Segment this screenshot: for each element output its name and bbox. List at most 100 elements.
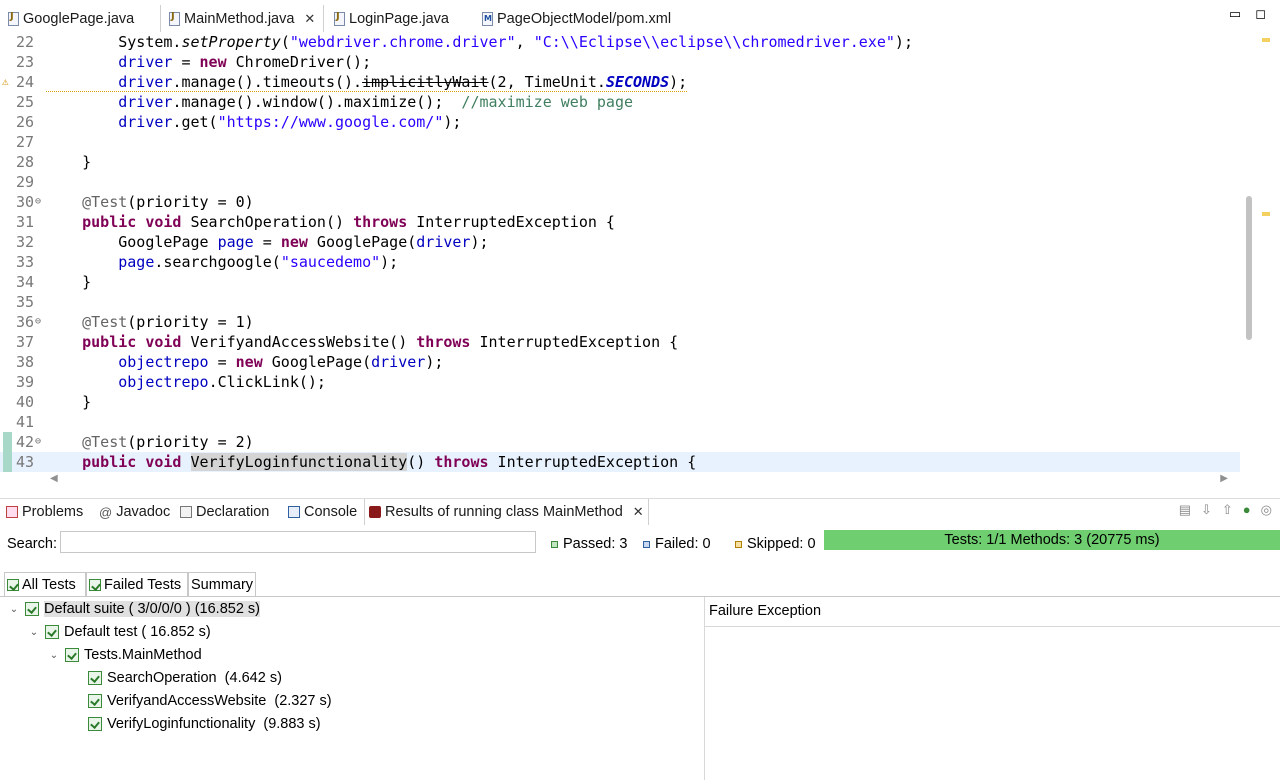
code-line[interactable]: 38 objectrepo = new GooglePage(driver); <box>0 352 1240 372</box>
close-view-icon[interactable]: ✕ <box>633 504 644 520</box>
code-text: } <box>46 273 92 291</box>
close-tab-icon[interactable]: ✕ <box>304 11 315 27</box>
horizontal-scrollbar[interactable]: ◀ ▶ <box>44 473 1234 487</box>
vertical-scrollbar-thumb[interactable] <box>1246 196 1252 340</box>
code-text: } <box>46 393 92 411</box>
tab-all-tests[interactable]: All Tests <box>4 572 86 596</box>
tree-node-suite[interactable]: ⌄ Default suite ( 3/0/0/0 ) (16.852 s) <box>8 598 260 620</box>
scroll-right-icon[interactable]: ▶ <box>1220 473 1228 484</box>
tab-console[interactable]: Console <box>288 499 357 525</box>
code-line[interactable]: 32 GooglePage page = new GooglePage(driv… <box>0 232 1240 252</box>
minimize-icon[interactable]: ▭ <box>1229 6 1241 22</box>
code-line[interactable]: 36 ⊖ @Test(priority = 1) <box>0 312 1240 332</box>
tree-node-test[interactable]: ⌄ Default test ( 16.852 s) <box>28 621 211 643</box>
failed-icon <box>643 540 650 548</box>
code-line[interactable]: 35 <box>0 292 1240 312</box>
failure-exception-title: Failure Exception <box>709 603 822 619</box>
code-line[interactable]: 26 driver.get("https://www.google.com/")… <box>0 112 1240 132</box>
code-text: public void VerifyLoginfunctionality() t… <box>82 453 697 471</box>
warning-icon[interactable]: ⚠ <box>2 72 9 92</box>
code-line[interactable]: 42 ⊖ @Test(priority = 2) <box>0 432 1240 452</box>
all-tests-icon <box>7 578 19 591</box>
tree-node-method[interactable]: VerifyLoginfunctionality (9.883 s) <box>88 713 321 735</box>
tab-googlepage[interactable]: GooglePage.java <box>0 5 158 32</box>
tab-mainmethod[interactable]: MainMethod.java ✕ <box>160 5 324 32</box>
code-line[interactable]: 22 System.setProperty("webdriver.chrome.… <box>0 32 1240 52</box>
code-line[interactable]: 30 ⊖ @Test(priority = 0) <box>0 192 1240 212</box>
tab-pom-xml[interactable]: PageObjectModel/pom.xml <box>474 5 704 32</box>
code-line[interactable]: 40 } <box>0 392 1240 412</box>
tab-loginpage[interactable]: LoginPage.java <box>326 5 474 32</box>
tab-declaration[interactable]: Declaration <box>180 499 269 525</box>
code-text: System.setProperty("webdriver.chrome.dri… <box>46 33 913 51</box>
java-file-icon <box>8 11 19 26</box>
line-number: 32 <box>15 233 34 251</box>
failed-tests-icon <box>89 578 101 591</box>
testng-icon <box>369 506 381 518</box>
clear-results-icon[interactable]: ▤ <box>1179 502 1191 518</box>
progress-bar: Tests: 1/1 Methods: 3 (20775 ms) <box>824 530 1280 550</box>
code-line[interactable]: 34 } <box>0 272 1240 292</box>
code-line[interactable]: 27 <box>0 132 1240 152</box>
editor-tabbar: GooglePage.java MainMethod.java ✕ LoginP… <box>0 5 1280 32</box>
maximize-icon[interactable]: ◻ <box>1255 6 1266 22</box>
fold-collapse-icon[interactable]: ⊖ <box>35 192 41 212</box>
line-number: 30 <box>15 193 34 211</box>
line-number: 23 <box>15 53 34 71</box>
code-line[interactable]: 25 driver.manage().window().maximize(); … <box>0 92 1240 112</box>
code-line[interactable]: 43 public void VerifyLoginfunctionality(… <box>0 452 1240 472</box>
tree-node-method[interactable]: SearchOperation (4.642 s) <box>88 667 282 689</box>
tree-node-method[interactable]: VerifyandAccessWebsite (2.327 s) <box>88 690 332 712</box>
code-text: driver.manage().timeouts().implicitlyWai… <box>46 72 688 92</box>
code-editor[interactable]: 22 System.setProperty("webdriver.chrome.… <box>0 32 1280 472</box>
tab-problems[interactable]: Problems <box>6 499 83 525</box>
chevron-down-icon[interactable]: ⌄ <box>8 604 20 615</box>
code-line[interactable]: 29 <box>0 172 1240 192</box>
line-number: 41 <box>15 413 34 431</box>
code-line[interactable]: 39 objectrepo.ClickLink(); <box>0 372 1240 392</box>
results-subtabs: All Tests Failed Tests Summary <box>0 572 260 596</box>
chevron-down-icon[interactable]: ⌄ <box>48 650 60 661</box>
code-line[interactable]: 41 <box>0 412 1240 432</box>
fold-collapse-icon[interactable]: ⊖ <box>35 432 41 452</box>
code-text: public void VerifyandAccessWebsite() thr… <box>82 333 679 351</box>
code-text: driver = new ChromeDriver(); <box>118 53 372 71</box>
passed-icon <box>551 540 558 548</box>
skipped-icon <box>735 540 742 548</box>
previous-failure-icon[interactable]: ⇧ <box>1222 502 1233 518</box>
line-number: 28 <box>15 153 34 171</box>
tab-summary[interactable]: Summary <box>188 572 256 596</box>
tab-failed-tests[interactable]: Failed Tests <box>86 572 188 596</box>
line-number: 38 <box>15 353 34 371</box>
code-text: driver.get("https://www.google.com/"); <box>118 113 462 131</box>
code-text: objectrepo.ClickLink(); <box>118 373 326 391</box>
code-text: } <box>46 153 92 171</box>
code-line[interactable]: 33 page.searchgoogle("saucedemo"); <box>0 252 1240 272</box>
line-number: 34 <box>15 273 34 291</box>
search-label: Search: <box>7 536 57 552</box>
tab-javadoc[interactable]: @ Javadoc <box>99 499 170 525</box>
code-line[interactable]: 28 } <box>0 152 1240 172</box>
next-failure-icon[interactable]: ⇩ <box>1201 502 1212 518</box>
tree-node-class[interactable]: ⌄ Tests.MainMethod <box>48 644 202 666</box>
line-number: 36 <box>15 313 34 331</box>
overview-warning-marker[interactable] <box>1262 212 1270 216</box>
code-line[interactable]: 31 public void SearchOperation() throws … <box>0 212 1240 232</box>
declaration-icon <box>180 506 192 518</box>
window-controls: ▭ ◻ <box>1229 6 1266 22</box>
fold-collapse-icon[interactable]: ⊖ <box>35 312 41 332</box>
tab-testng-results[interactable]: Results of running class MainMethod ✕ <box>364 499 649 525</box>
rerun-icon[interactable]: ● <box>1243 502 1251 518</box>
rerun-failed-icon[interactable]: ◎ <box>1261 502 1272 518</box>
method-pass-icon <box>88 717 102 731</box>
search-input[interactable] <box>60 531 536 553</box>
code-line[interactable]: 23 driver = new ChromeDriver(); <box>0 52 1240 72</box>
progress-text: Tests: 1/1 Methods: 3 (20775 ms) <box>944 532 1160 548</box>
code-line[interactable]: 24 ⚠ driver.manage().timeouts().implicitl… <box>0 72 1240 92</box>
java-file-icon <box>169 11 180 26</box>
scroll-left-icon[interactable]: ◀ <box>50 473 58 484</box>
view-tabbar: Problems @ Javadoc Declaration Console R… <box>0 498 1280 526</box>
overview-warning-marker[interactable] <box>1262 38 1270 42</box>
chevron-down-icon[interactable]: ⌄ <box>28 627 40 638</box>
code-line[interactable]: 37 public void VerifyandAccessWebsite() … <box>0 332 1240 352</box>
